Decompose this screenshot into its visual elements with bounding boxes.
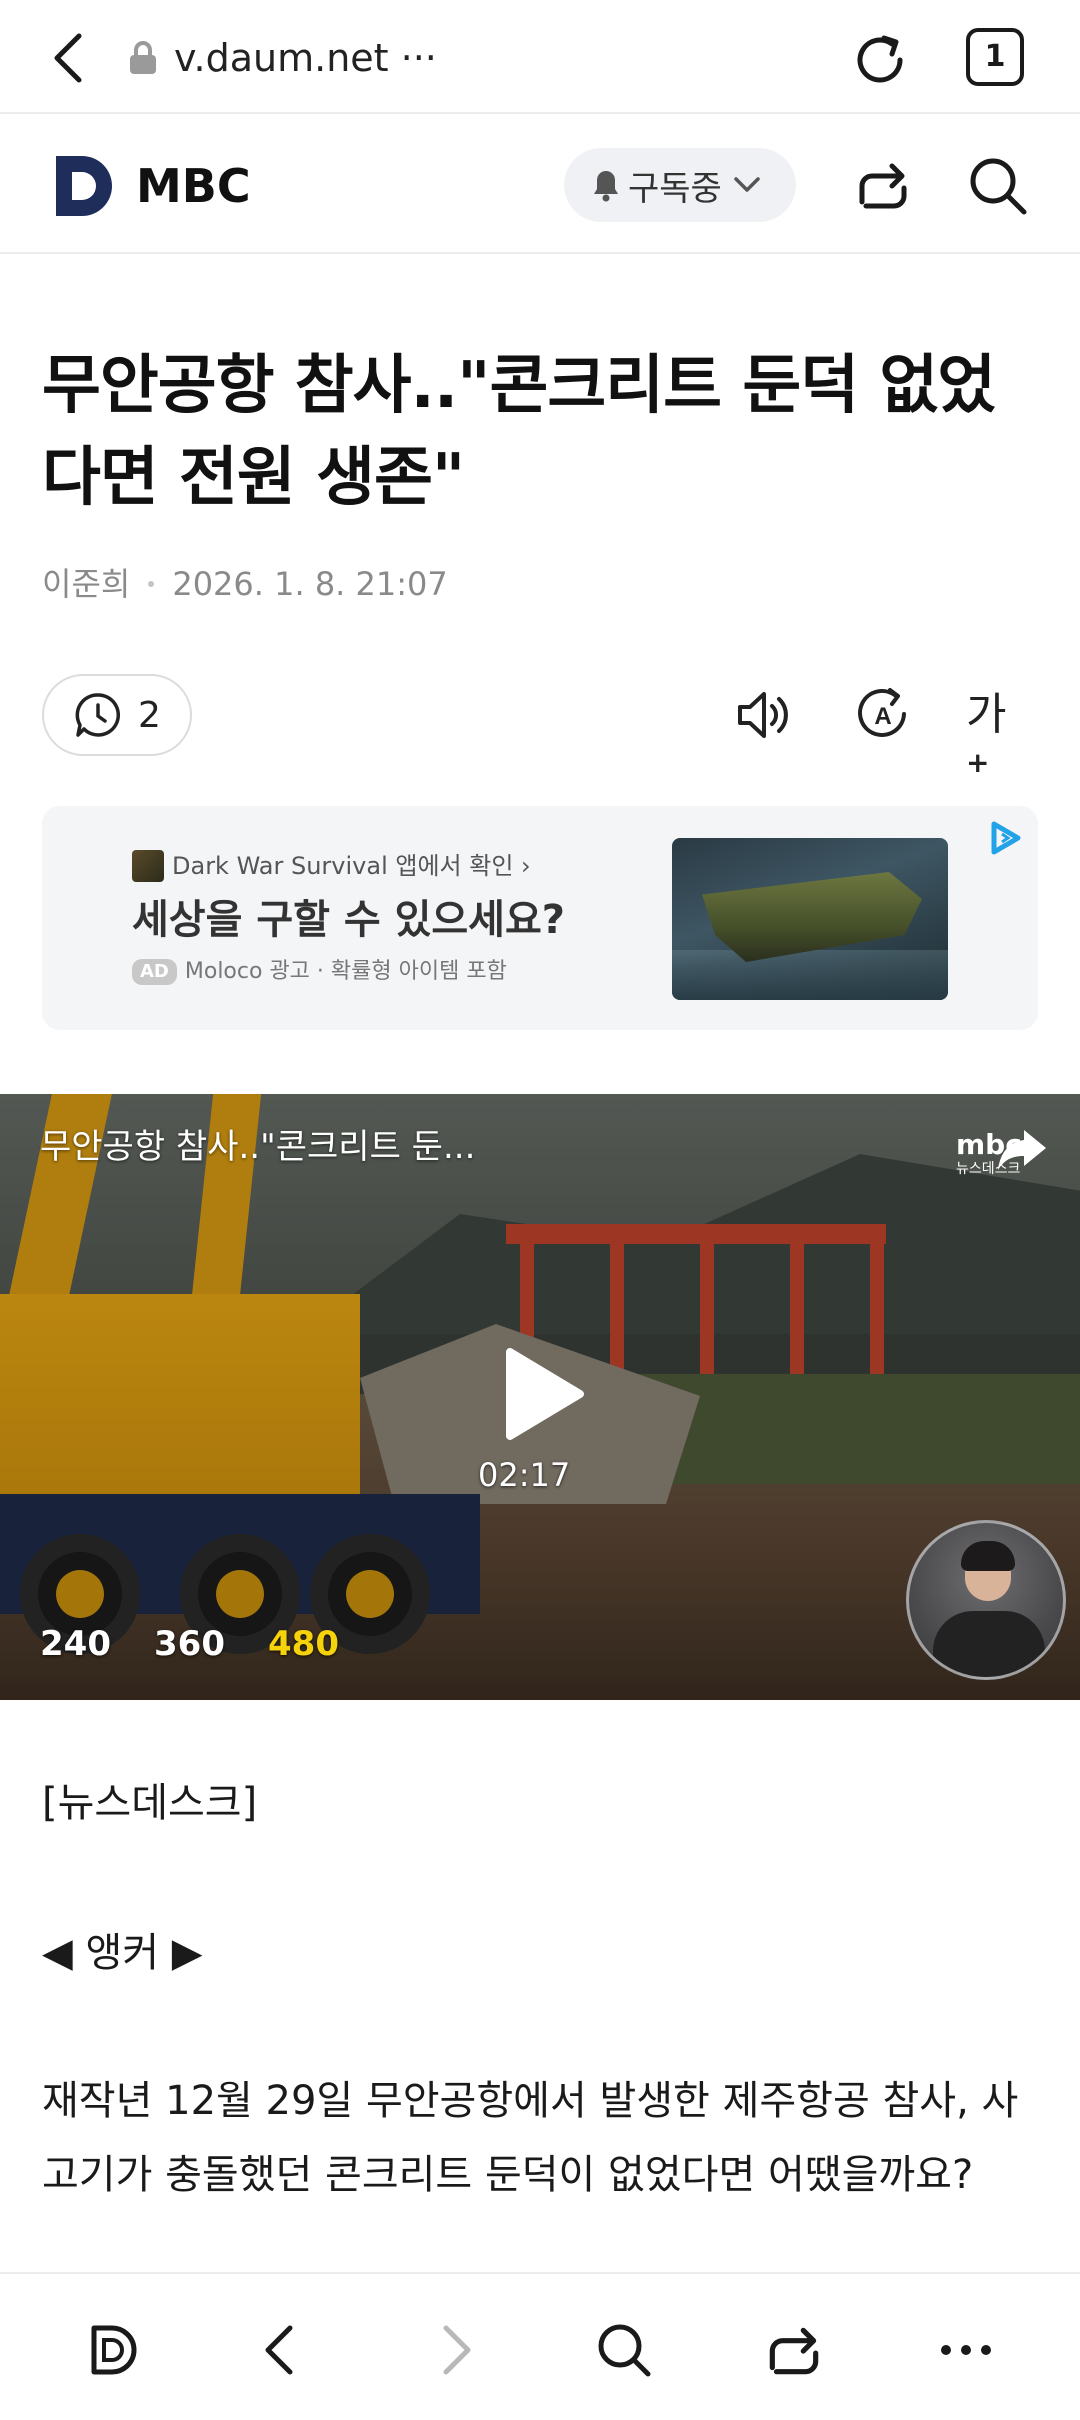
interpreter-torso [933, 1611, 1045, 1677]
bell-icon [594, 171, 618, 202]
body-paragraph: ◀ 앵커 ▶ [42, 1930, 203, 1976]
tab-count-button[interactable]: 1 [966, 28, 1024, 86]
browser-toolbar: v.daum.net ··· 1 [0, 0, 1080, 114]
ad-image-sea [672, 950, 948, 1000]
publisher-name[interactable]: MBC [136, 154, 251, 218]
back-icon[interactable] [250, 2318, 314, 2382]
body-paragraph: [뉴스데스크] [42, 1780, 258, 1826]
ad-image-ship [702, 872, 922, 962]
subscribe-label: 구독중 [628, 168, 722, 209]
video-duration: 02:17 [478, 1456, 571, 1494]
search-icon[interactable] [966, 154, 1030, 218]
ad-headline[interactable]: 세상을 구할 수 있으세요? [132, 890, 565, 950]
translate-icon[interactable]: A [852, 684, 914, 746]
site-header: MBC 구독중 [0, 114, 1080, 254]
ad-sponsor-row: AD Moloco 광고 · 확률형 아이템 포함 [132, 954, 507, 990]
bottom-navigation [0, 2272, 1080, 2420]
quality-240[interactable]: 240 [40, 1624, 111, 1664]
ad-sponsor: Moloco 광고 · 확률형 아이템 포함 [184, 959, 507, 984]
comment-count: 2 [138, 694, 161, 736]
forward-icon[interactable] [422, 2318, 486, 2382]
font-size-label: 가 [966, 689, 1007, 740]
video-share-icon[interactable] [994, 1122, 1050, 1178]
url-bar[interactable]: v.daum.net ··· [174, 30, 437, 86]
body-paragraph: 재작년 12월 29일 무안공항에서 발생한 제주항공 참사, 사고기가 충돌했… [42, 2078, 1019, 2198]
interpreter-hair [961, 1541, 1015, 1571]
article-meta: 이준희 2026. 1. 8. 21:07 [42, 562, 448, 606]
video-player[interactable]: 무안공항 참사.."콘크리트 둔... mbc 뉴스데스크 02:17 240 … [0, 1094, 1080, 1700]
app-icon [132, 850, 164, 882]
share-icon[interactable] [852, 154, 914, 216]
comment-icon [75, 693, 121, 737]
adchoices-icon[interactable] [986, 818, 1026, 858]
meta-separator [148, 581, 155, 587]
subscribe-button[interactable]: 구독중 [564, 148, 796, 222]
publish-datetime: 2026. 1. 8. 21:07 [172, 565, 448, 603]
font-size-button[interactable]: 가+ [966, 684, 1028, 779]
ad-image[interactable] [672, 838, 948, 1000]
svg-text:A: A [874, 703, 891, 730]
article-title: 무안공항 참사.."콘크리트 둔덕 없었다면 전원 생존" [42, 349, 996, 515]
ad-badge: AD [132, 959, 177, 985]
author-name[interactable]: 이준희 [42, 562, 130, 606]
plus-icon: + [966, 746, 990, 779]
comment-button[interactable]: 2 [42, 674, 192, 756]
sign-language-interpreter [906, 1520, 1066, 1680]
ad-source[interactable]: Dark War Survival 앱에서 확인 › [172, 846, 531, 886]
text-to-speech-icon[interactable] [734, 684, 796, 746]
lock-icon [126, 40, 160, 76]
search-icon[interactable] [592, 2318, 656, 2382]
daum-home-icon[interactable] [80, 2318, 144, 2382]
more-icon[interactable] [934, 2318, 998, 2382]
video-title: 무안공항 참사.."콘크리트 둔... [40, 1127, 476, 1167]
reload-icon[interactable] [850, 30, 910, 90]
ad-banner[interactable]: Dark War Survival 앱에서 확인 › 세상을 구할 수 있으세요… [42, 806, 1038, 1030]
quality-480[interactable]: 480 [268, 1624, 339, 1664]
quality-360[interactable]: 360 [154, 1624, 225, 1664]
share-icon[interactable] [762, 2318, 826, 2382]
browser-back-icon[interactable] [44, 30, 94, 86]
daum-logo-icon[interactable] [54, 154, 116, 218]
chevron-down-icon [734, 177, 760, 192]
play-icon[interactable] [496, 1344, 586, 1444]
